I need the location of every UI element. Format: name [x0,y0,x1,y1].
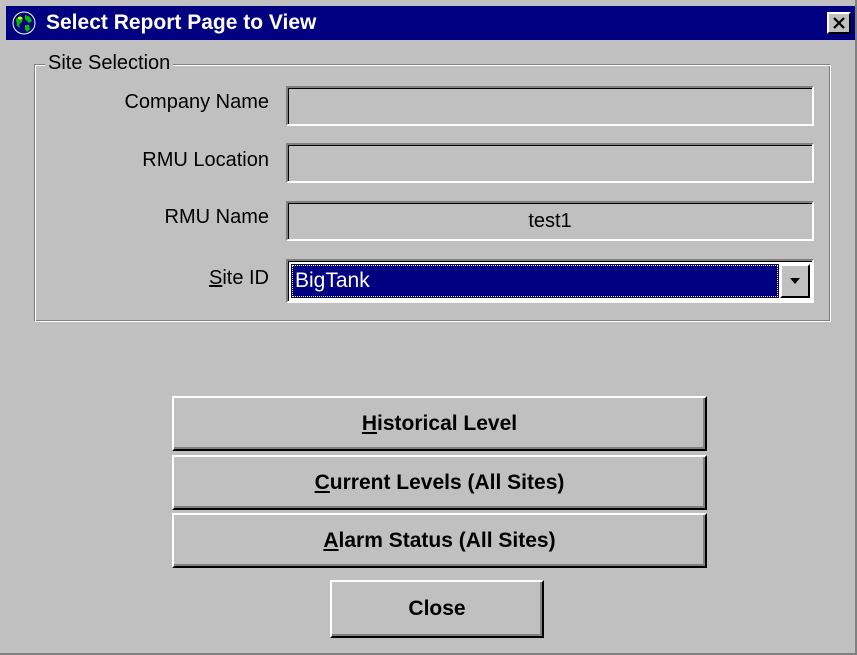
site-id-label-text: ite ID [222,267,269,289]
rmu-name-field: test1 [286,201,814,241]
window-title: Select Report Page to View [46,11,317,34]
globe-icon [11,10,37,36]
historical-level-button[interactable]: Historical Level [172,396,707,451]
site-id-label: Site ID [209,265,269,291]
chevron-down-icon[interactable] [780,264,810,298]
site-id-selected-value[interactable]: BigTank [291,264,779,298]
current-levels-button[interactable]: Current Levels (All Sites) [172,455,707,510]
report-dialog: Select Report Page to View Site Selectio… [0,0,857,655]
title-bar[interactable]: Select Report Page to View [6,6,855,40]
alarm-status-button[interactable]: Alarm Status (All Sites) [172,513,707,568]
current-mnemonic: C [314,470,330,494]
historical-mnemonic: H [361,411,378,435]
rmu-location-field [286,143,814,183]
site-selection-legend: Site Selection [45,50,174,76]
company-name-label: Company Name [124,91,269,113]
close-button[interactable]: Close [330,580,544,638]
site-id-combobox[interactable]: BigTank [286,259,814,303]
close-icon[interactable] [827,12,851,34]
current-label: urrent Levels (All Sites) [329,470,565,494]
company-name-field [286,86,814,126]
alarm-label: larm Status (All Sites) [338,528,556,552]
rmu-location-label: RMU Location [142,149,269,171]
site-id-mnemonic: S [208,267,223,289]
alarm-mnemonic: A [323,528,339,552]
historical-label: istorical Level [377,411,518,435]
rmu-name-label: RMU Name [164,206,269,228]
